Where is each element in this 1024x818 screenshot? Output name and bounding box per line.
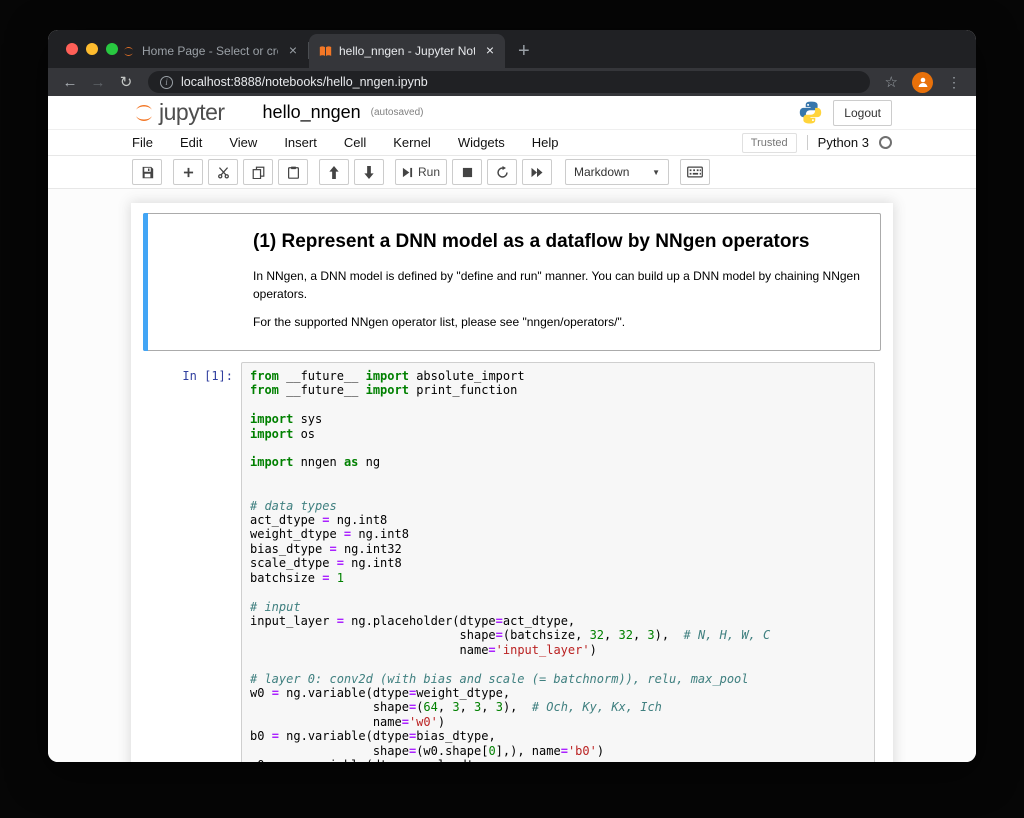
- close-tab-icon[interactable]: ×: [285, 43, 301, 59]
- header-right: Logout: [798, 100, 892, 126]
- site-info-icon[interactable]: i: [160, 76, 173, 89]
- menu-cell[interactable]: Cell: [344, 133, 366, 152]
- markdown-cell[interactable]: (1) Represent a DNN model as a dataflow …: [143, 213, 881, 351]
- url-text[interactable]: localhost:8888/notebooks/hello_nngen.ipy…: [181, 75, 428, 89]
- address-bar[interactable]: i localhost:8888/notebooks/hello_nngen.i…: [148, 71, 870, 93]
- trusted-badge: Trusted: [742, 133, 797, 153]
- tab-home-page[interactable]: Home Page - Select or create a ×: [112, 34, 308, 68]
- minimize-window-button[interactable]: [86, 43, 98, 55]
- checkpoint-status: (autosaved): [371, 107, 424, 118]
- cell-type-dropdown[interactable]: Markdown ▼: [565, 159, 669, 185]
- run-button-label: Run: [418, 165, 440, 179]
- arrow-down-icon: [363, 166, 375, 179]
- jupyter-header: jupyter hello_nngen (autosaved) Logout: [48, 96, 976, 130]
- divider: [807, 135, 808, 150]
- close-window-button[interactable]: [66, 43, 78, 55]
- python-logo-icon: [798, 100, 823, 125]
- menu-bar: File Edit View Insert Cell Kernel Widget…: [48, 130, 976, 156]
- restart-run-all-button[interactable]: [522, 159, 552, 185]
- plus-icon: [183, 167, 194, 178]
- menubar-right: Trusted Python 3: [742, 133, 892, 153]
- zoom-window-button[interactable]: [106, 43, 118, 55]
- browser-menu-icon[interactable]: ⋮: [942, 74, 966, 91]
- interrupt-kernel-button[interactable]: [452, 159, 482, 185]
- menu-insert[interactable]: Insert: [284, 133, 317, 152]
- forward-button[interactable]: →: [86, 75, 110, 90]
- save-button[interactable]: [132, 159, 162, 185]
- notebook-favicon-icon: [319, 45, 332, 58]
- scissors-icon: [217, 166, 230, 179]
- browser-window: Home Page - Select or create a × hello_n…: [48, 30, 976, 762]
- person-icon: [917, 76, 929, 88]
- copy-cells-button[interactable]: [243, 159, 273, 185]
- kernel-name: Python 3: [818, 135, 869, 150]
- copy-icon: [252, 166, 265, 179]
- logout-button[interactable]: Logout: [833, 100, 892, 126]
- reload-button[interactable]: ↻: [114, 75, 138, 90]
- cell-type-value: Markdown: [574, 165, 629, 179]
- tab-title: hello_nngen - Jupyter Notebook: [339, 44, 475, 58]
- jupyter-logo[interactable]: jupyter: [132, 99, 225, 126]
- notebook-title[interactable]: hello_nngen: [263, 102, 361, 123]
- menu-file[interactable]: File: [132, 133, 153, 152]
- arrow-up-icon: [328, 166, 340, 179]
- bookmark-star-icon[interactable]: ☆: [885, 73, 898, 91]
- step-forward-icon: [402, 167, 413, 178]
- insert-cell-below-button[interactable]: [173, 159, 203, 185]
- run-button[interactable]: Run: [395, 159, 447, 185]
- floppy-icon: [141, 166, 154, 179]
- markdown-heading: (1) Represent a DNN model as a dataflow …: [253, 231, 865, 253]
- tab-strip: Home Page - Select or create a × hello_n…: [48, 30, 976, 68]
- jupyter-logo-icon: [132, 101, 156, 125]
- menu-help[interactable]: Help: [532, 133, 559, 152]
- back-button[interactable]: ←: [58, 75, 82, 90]
- restart-icon: [496, 166, 509, 179]
- tab-title: Home Page - Select or create a: [142, 44, 278, 58]
- fast-forward-icon: [530, 167, 544, 178]
- menu-edit[interactable]: Edit: [180, 133, 202, 152]
- cut-cells-button[interactable]: [208, 159, 238, 185]
- close-tab-icon[interactable]: ×: [482, 43, 498, 59]
- markdown-paragraph-1: In NNgen, a DNN model is defined by "def…: [253, 267, 865, 303]
- markdown-paragraph-2: For the supported NNgen operator list, p…: [253, 313, 865, 331]
- menu-view[interactable]: View: [229, 133, 257, 152]
- jupyter-logo-text: jupyter: [159, 99, 225, 126]
- markdown-rendered: (1) Represent a DNN model as a dataflow …: [241, 219, 875, 345]
- input-prompt: In [1]:: [149, 362, 241, 762]
- profile-avatar[interactable]: [912, 72, 933, 93]
- tabs: Home Page - Select or create a × hello_n…: [112, 30, 543, 68]
- code-editor[interactable]: from __future__ import absolute_importfr…: [241, 362, 875, 762]
- window-controls: [66, 43, 118, 55]
- move-cell-up-button[interactable]: [319, 159, 349, 185]
- command-palette-button[interactable]: [680, 159, 710, 185]
- markdown-cell-prompt: [149, 219, 241, 345]
- new-tab-button[interactable]: +: [505, 34, 543, 68]
- browser-toolbar: ← → ↻ i localhost:8888/notebooks/hello_n…: [48, 68, 976, 96]
- notebook-area: (1) Represent a DNN model as a dataflow …: [48, 189, 976, 762]
- menu-widgets[interactable]: Widgets: [458, 133, 505, 152]
- kernel-idle-icon: [879, 136, 892, 149]
- jupyter-favicon-icon: [122, 45, 135, 58]
- move-cell-down-button[interactable]: [354, 159, 384, 185]
- menu-kernel[interactable]: Kernel: [393, 133, 431, 152]
- stop-icon: [462, 167, 473, 178]
- chevron-down-icon: ▼: [652, 168, 660, 177]
- paste-cells-button[interactable]: [278, 159, 308, 185]
- notebook-toolbar: Run Markdown ▼: [48, 156, 976, 189]
- clipboard-icon: [287, 166, 300, 179]
- code-cell[interactable]: In [1]: from __future__ import absolute_…: [143, 356, 881, 762]
- tab-hello-nngen[interactable]: hello_nngen - Jupyter Notebook ×: [309, 34, 505, 68]
- keyboard-icon: [687, 166, 703, 178]
- notebook-container: (1) Represent a DNN model as a dataflow …: [131, 203, 893, 762]
- code-lines: from __future__ import absolute_importfr…: [250, 369, 866, 762]
- restart-kernel-button[interactable]: [487, 159, 517, 185]
